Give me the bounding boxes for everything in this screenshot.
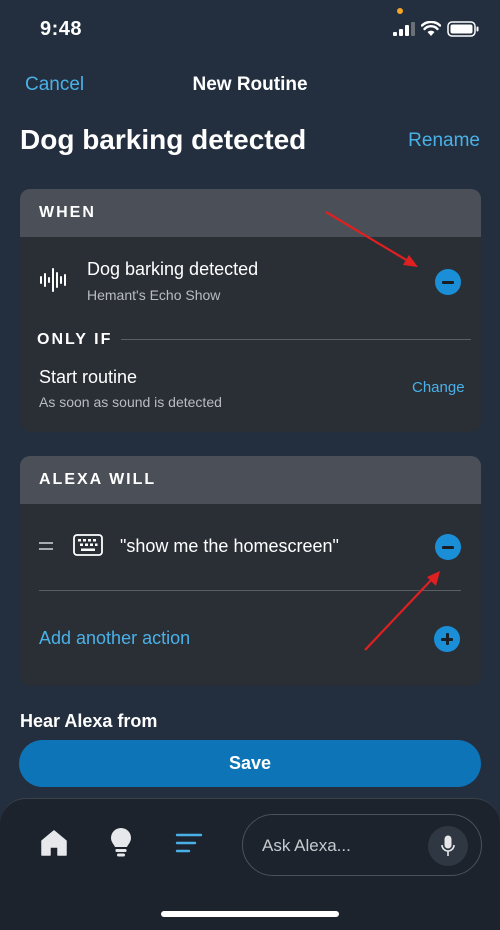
action-phrase[interactable]: "show me the homescreen" [120, 536, 339, 557]
rename-button[interactable]: Rename [408, 130, 480, 152]
remove-trigger-button[interactable] [435, 269, 461, 295]
alexa-will-header: ALEXA WILL [20, 456, 481, 504]
drag-handle-icon[interactable] [39, 542, 53, 551]
sound-wave-icon [40, 268, 66, 292]
routines-list-icon[interactable] [175, 833, 203, 853]
home-icon[interactable] [40, 829, 68, 857]
bottom-navigation: Ask Alexa... [0, 798, 500, 930]
cancel-button[interactable]: Cancel [25, 74, 84, 96]
microphone-icon [441, 835, 455, 856]
ask-alexa-placeholder: Ask Alexa... [262, 836, 351, 855]
hear-alexa-from-label: Hear Alexa from [20, 711, 158, 731]
routine-title: Dog barking detected [20, 124, 307, 155]
only-if-divider [121, 339, 471, 340]
nav-bar: Cancel New Routine [0, 68, 500, 104]
when-card: WHEN Dog barking detected Hemant's Echo … [20, 189, 481, 432]
mic-indicator-dot [397, 8, 403, 14]
battery-icon [447, 21, 479, 37]
keyboard-icon [73, 534, 103, 556]
trigger-device: Hemant's Echo Show [87, 287, 221, 303]
save-button[interactable]: Save [19, 740, 481, 787]
status-bar: 9:48 [0, 0, 500, 60]
add-another-action-link[interactable]: Add another action [39, 628, 190, 649]
cellular-signal-icon [393, 22, 415, 36]
status-time: 9:48 [40, 18, 83, 40]
wifi-icon [421, 21, 441, 36]
microphone-button[interactable] [428, 826, 468, 866]
condition-title: Start routine [39, 367, 138, 387]
home-indicator [161, 911, 339, 917]
condition-detail: As soon as sound is detected [39, 394, 222, 410]
remove-action-button[interactable] [435, 534, 461, 560]
when-header: WHEN [20, 189, 481, 237]
lightbulb-icon[interactable] [109, 827, 133, 859]
add-action-plus-button[interactable] [434, 626, 460, 652]
trigger-title: Dog barking detected [87, 259, 259, 279]
change-button[interactable]: Change [412, 379, 465, 396]
alexa-will-card: ALEXA WILL "show me the homescreen" Add … [20, 456, 481, 686]
only-if-label: ONLY IF [37, 331, 113, 348]
ask-alexa-input[interactable]: Ask Alexa... [242, 814, 482, 876]
trigger-row[interactable]: Dog barking detected Hemant's Echo Show [20, 251, 481, 311]
action-divider [39, 590, 461, 591]
